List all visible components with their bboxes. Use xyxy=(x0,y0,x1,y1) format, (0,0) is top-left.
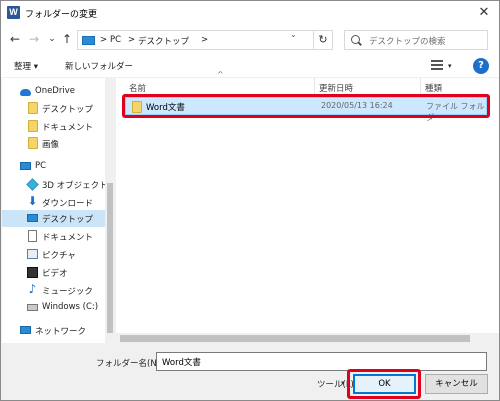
scrollbar-thumb[interactable] xyxy=(120,335,470,342)
breadcrumb-separator: > xyxy=(201,35,209,45)
navigation-pane-scrollbar[interactable] xyxy=(105,78,115,343)
3d-objects-icon xyxy=(26,178,39,191)
sidebar-item-label: ビデオ xyxy=(42,269,68,279)
desktop-icon xyxy=(27,214,38,222)
organize-menu-button[interactable]: 整理 ▾ xyxy=(14,60,38,72)
sidebar-item-desktop[interactable]: デスクトップ xyxy=(2,210,106,227)
sidebar-item-label: デスクトップ xyxy=(42,215,94,225)
command-toolbar: 整理 ▾ 新しいフォルダー ▾ ? xyxy=(1,55,499,77)
dialog-title: フォルダーの変更 xyxy=(25,10,98,20)
sidebar-item-label: デスクトップ xyxy=(42,105,94,115)
view-dropdown-chevron-icon[interactable]: ▾ xyxy=(448,62,452,70)
download-icon: ⬇ xyxy=(27,194,38,208)
sidebar-item-documents[interactable]: ドキュメント xyxy=(2,228,106,245)
search-box[interactable]: デスクトップの検索 xyxy=(344,30,488,50)
close-button[interactable]: ✕ xyxy=(467,1,499,25)
folder-icon xyxy=(28,137,38,149)
column-divider[interactable] xyxy=(420,78,421,95)
sidebar-item-pc[interactable]: PC xyxy=(2,158,106,175)
file-list-horizontal-scrollbar[interactable] xyxy=(116,333,499,344)
highlight-box-file-row xyxy=(122,94,490,118)
sidebar-item-label: OneDrive xyxy=(35,86,75,96)
sort-ascending-caret-icon: ^ xyxy=(217,70,224,79)
address-dropdown-chevron-icon[interactable]: ⌄ xyxy=(290,30,297,39)
pictures-icon xyxy=(27,249,38,259)
back-arrow-icon[interactable]: ← xyxy=(7,31,23,47)
tools-dropdown-chevron-icon[interactable]: ▾ xyxy=(341,379,345,387)
sidebar-item-label: ネットワーク xyxy=(35,327,87,337)
folder-change-dialog: W フォルダーの変更 ✕ ← → ⌄ ↑ > PC > デスクトップ > ⌄ ↻… xyxy=(0,0,500,401)
sidebar-item-onedrive[interactable]: OneDrive xyxy=(2,83,106,100)
word-app-icon: W xyxy=(7,6,20,19)
highlight-box-ok-button xyxy=(347,369,421,399)
title-bar: W フォルダーの変更 ✕ xyxy=(1,1,499,25)
recent-locations-chevron-icon[interactable]: ⌄ xyxy=(44,31,60,47)
pc-icon xyxy=(20,162,31,170)
sidebar-item-onedrive-documents[interactable]: ドキュメント xyxy=(2,118,106,135)
help-icon[interactable]: ? xyxy=(473,58,489,74)
sidebar-item-label: ダウンロード xyxy=(42,199,94,209)
sidebar-item-music[interactable]: ♪ ミュージック xyxy=(2,282,106,299)
column-header-type[interactable]: 種類 xyxy=(425,82,442,94)
new-folder-button[interactable]: 新しいフォルダー xyxy=(65,60,133,72)
sidebar-item-label: ミュージック xyxy=(42,287,93,297)
cancel-button[interactable]: キャンセル xyxy=(425,374,488,394)
breadcrumb-separator: > xyxy=(100,35,108,45)
sidebar-item-label: ドキュメント xyxy=(42,233,94,243)
breadcrumb-separator: > xyxy=(128,35,136,45)
up-arrow-icon[interactable]: ↑ xyxy=(59,31,75,47)
search-icon xyxy=(351,35,360,44)
view-options-icon[interactable] xyxy=(431,60,443,70)
column-header-date-modified[interactable]: 更新日時 xyxy=(319,82,353,94)
network-icon xyxy=(20,326,31,334)
forward-arrow-icon[interactable]: → xyxy=(26,31,42,47)
column-header-name[interactable]: 名前 xyxy=(129,82,146,94)
sidebar-item-windows-c[interactable]: Windows (C:) xyxy=(2,299,106,316)
cloud-icon xyxy=(20,89,31,96)
document-icon xyxy=(28,230,37,242)
search-placeholder: デスクトップの検索 xyxy=(369,37,446,47)
sidebar-item-downloads[interactable]: ⬇ ダウンロード xyxy=(2,194,106,211)
sidebar-item-network[interactable]: ネットワーク xyxy=(2,322,106,339)
sidebar-item-pictures[interactable]: ピクチャ xyxy=(2,246,106,263)
folder-icon xyxy=(28,102,38,114)
sidebar-item-label: PC xyxy=(35,161,47,171)
sidebar-item-label: 画像 xyxy=(42,140,60,150)
sidebar-item-label: 3D オブジェクト xyxy=(42,181,108,191)
sidebar-item-label: ドキュメント xyxy=(42,123,94,133)
video-icon xyxy=(27,267,38,278)
breadcrumb-desktop[interactable]: デスクトップ xyxy=(138,35,189,47)
sidebar-item-label: Windows (C:) xyxy=(42,302,99,312)
sidebar-item-onedrive-pictures[interactable]: 画像 xyxy=(2,135,106,152)
breadcrumb-pc[interactable]: PC xyxy=(110,35,121,45)
folder-name-label: フォルダー名(N): xyxy=(96,359,163,369)
column-divider[interactable] xyxy=(314,78,315,95)
sidebar-item-label: ピクチャ xyxy=(42,251,76,261)
folder-icon xyxy=(28,120,38,132)
refresh-button[interactable]: ↻ xyxy=(313,30,333,50)
folder-name-input[interactable] xyxy=(156,352,487,371)
navigation-pane: OneDrive デスクトップ ドキュメント 画像 PC 3D オブジェクト ⬇… xyxy=(2,78,115,343)
music-icon: ♪ xyxy=(28,282,37,296)
sidebar-item-onedrive-desktop[interactable]: デスクトップ xyxy=(2,100,106,117)
drive-icon xyxy=(27,304,38,311)
sidebar-item-videos[interactable]: ビデオ xyxy=(2,264,106,281)
sidebar-item-3d-objects[interactable]: 3D オブジェクト xyxy=(2,176,108,193)
pc-icon xyxy=(82,36,95,45)
scrollbar-thumb[interactable] xyxy=(107,183,113,333)
